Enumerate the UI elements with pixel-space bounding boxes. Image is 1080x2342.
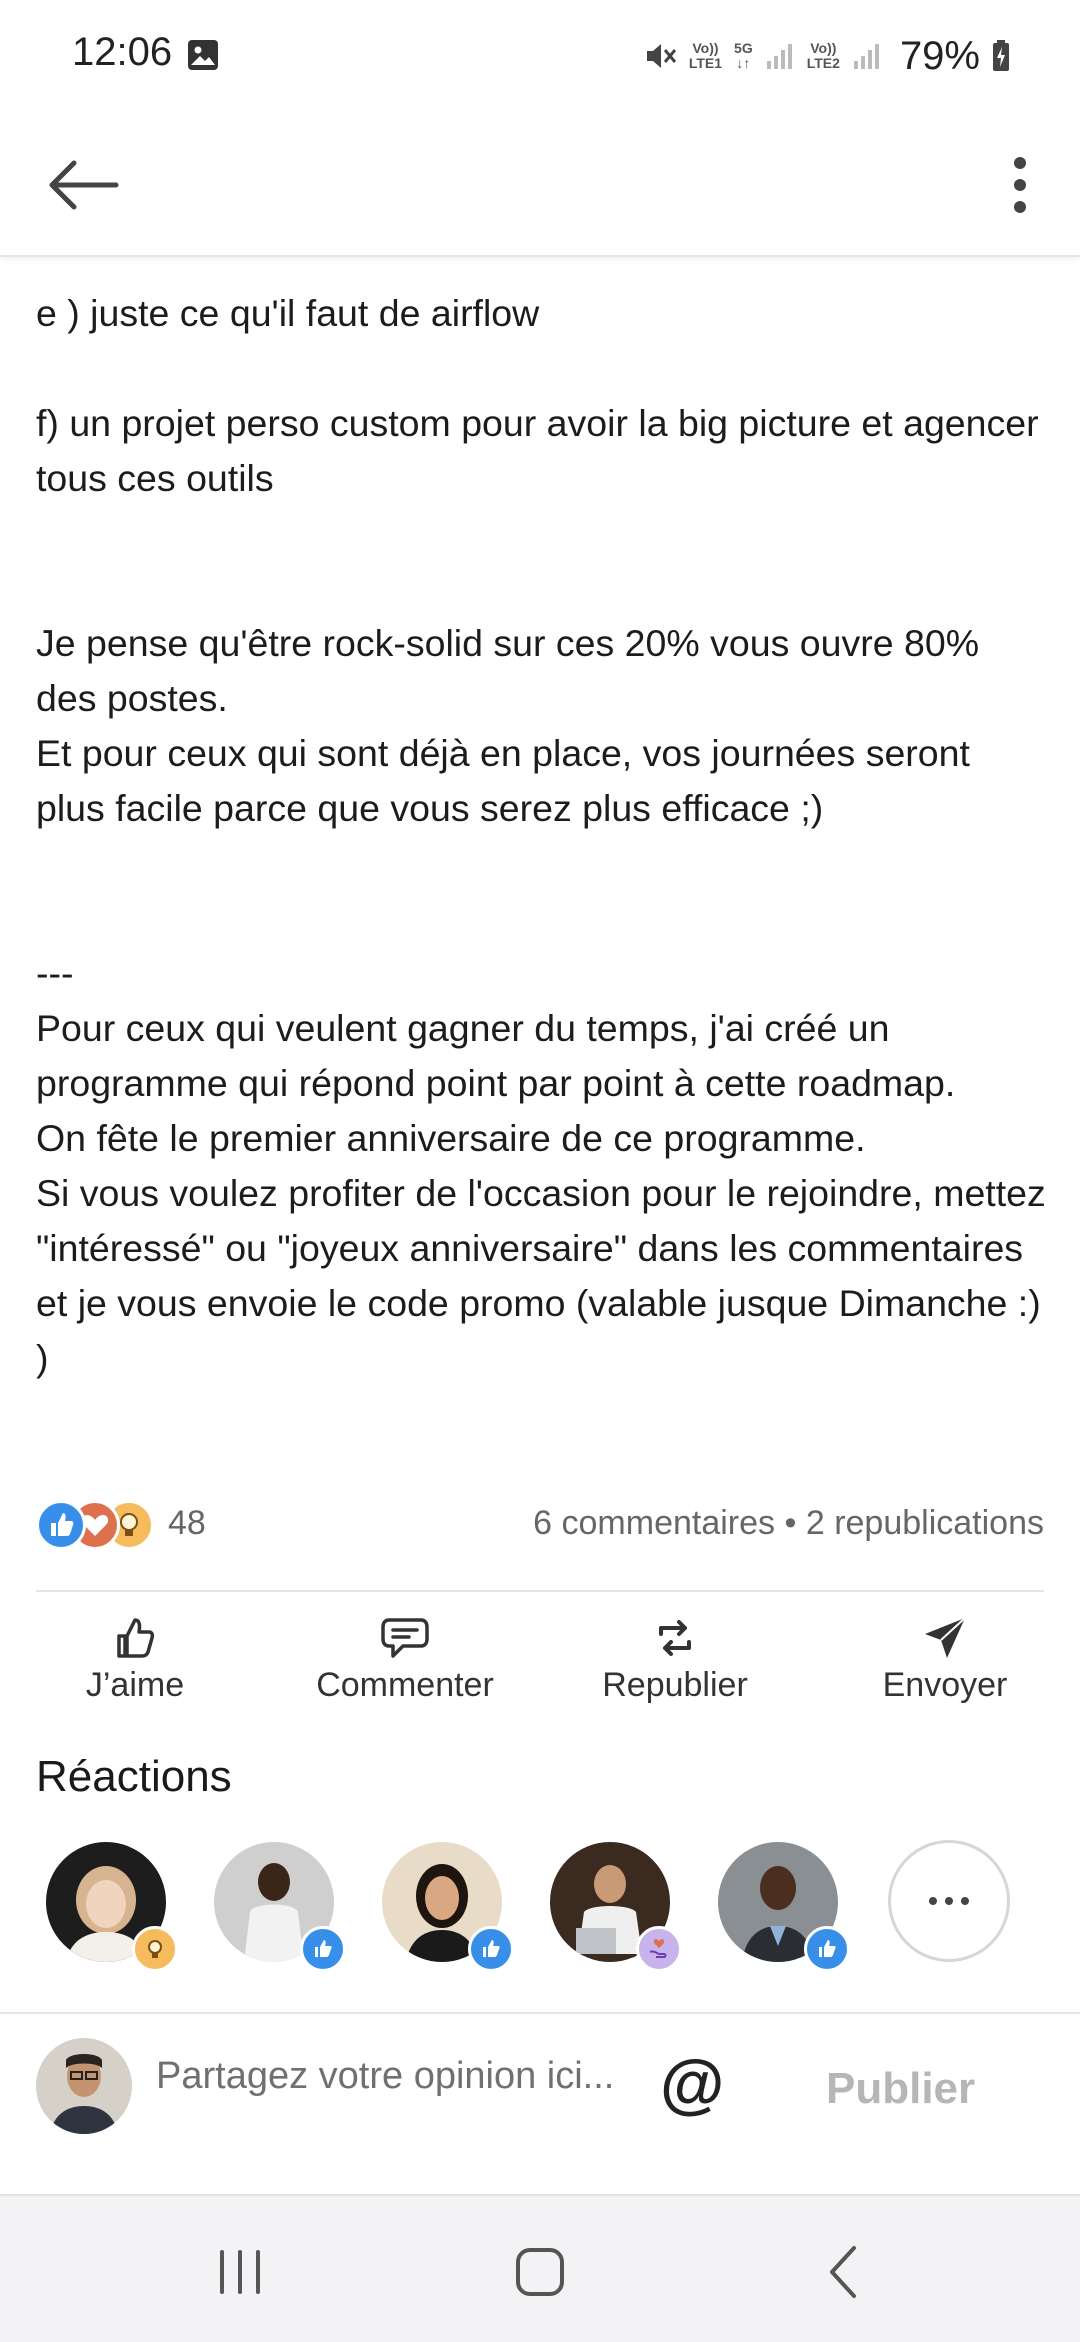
reaction-count[interactable]: 48 [168,1504,206,1543]
post-paragraph: Je pense qu'être rock-solid sur ces 20% … [36,622,980,829]
like-reaction-icon [36,1500,86,1550]
publish-button[interactable]: Publier [826,2064,975,2114]
comment-composer: Partagez votre opinion ici... @ Publier [0,2014,1080,2194]
more-options-icon[interactable] [990,135,1050,235]
send-plane-icon [925,1617,966,1658]
repost-button[interactable]: Republier [560,1600,790,1720]
status-icons: Vo)) LTE1 5G ↓↑ Vo)) LTE2 79% [643,28,1010,84]
action-bar: J’aime Commenter Republier Envoyer [0,1600,1080,1720]
comment-input[interactable]: Partagez votre opinion ici... [156,2052,616,2100]
divider [36,1590,1044,1592]
post-text: e ) juste ce qu'il faut de airflow f) un… [36,286,1046,1386]
send-button[interactable]: Envoyer [830,1600,1060,1720]
gallery-notification-icon [188,40,218,70]
like-button[interactable]: J’aime [20,1600,250,1720]
mention-button[interactable]: @ [660,2048,724,2118]
current-user-avatar [36,2038,132,2134]
battery-percentage: 79% [899,33,980,78]
back-arrow-icon[interactable] [44,145,124,225]
like-badge-icon [300,1926,346,1972]
dot [945,1897,953,1905]
post-paragraph: --- Pour ceux qui veulent gagner du temp… [36,952,1046,1379]
home-icon[interactable] [500,2232,580,2312]
thumbs-up-icon [117,1618,155,1658]
dot [929,1897,937,1905]
reaction-icons[interactable] [36,1500,166,1550]
comment-bubble-icon [381,1618,429,1658]
more-reactions-button[interactable] [888,1840,1010,1962]
network-type-label: 5G ↓↑ [734,40,753,71]
system-navigation-bar [0,2194,1080,2342]
sim2-volte-label: Vo)) LTE2 [806,40,840,71]
comments-reposts-count[interactable]: 6 commentaires • 2 republications [533,1504,1044,1543]
reactions-avatars [46,1840,1046,1982]
send-label: Envoyer [882,1666,1008,1704]
status-bar: 12:06 Vo)) LTE1 5G ↓↑ Vo)) LTE2 79% [0,0,1080,115]
like-label: J’aime [85,1666,185,1704]
sim1-volte-label: Vo)) LTE1 [688,40,723,71]
recent-apps-icon[interactable] [200,2232,280,2312]
signal-2-icon [853,44,879,69]
support-badge-icon [636,1926,682,1972]
repost-icon [659,1620,691,1656]
comment-label: Commenter [316,1666,494,1704]
repost-label: Republier [602,1666,748,1704]
reactions-heading: Réactions [36,1752,232,1801]
battery-charging-icon [993,40,1009,71]
social-counts[interactable]: 48 6 commentaires • 2 republications [36,1496,1044,1556]
signal-icon [766,44,792,69]
comment-button[interactable]: Commenter [290,1600,520,1720]
insightful-badge-icon [132,1926,178,1972]
like-badge-icon [804,1926,850,1972]
post-paragraph: e ) juste ce qu'il faut de airflow f) un… [36,292,1039,499]
mute-icon [646,44,676,68]
status-time: 12:06 [72,30,173,74]
like-badge-icon [468,1926,514,1972]
dot [961,1897,969,1905]
top-app-bar [0,115,1080,257]
back-nav-icon[interactable] [806,2232,886,2312]
